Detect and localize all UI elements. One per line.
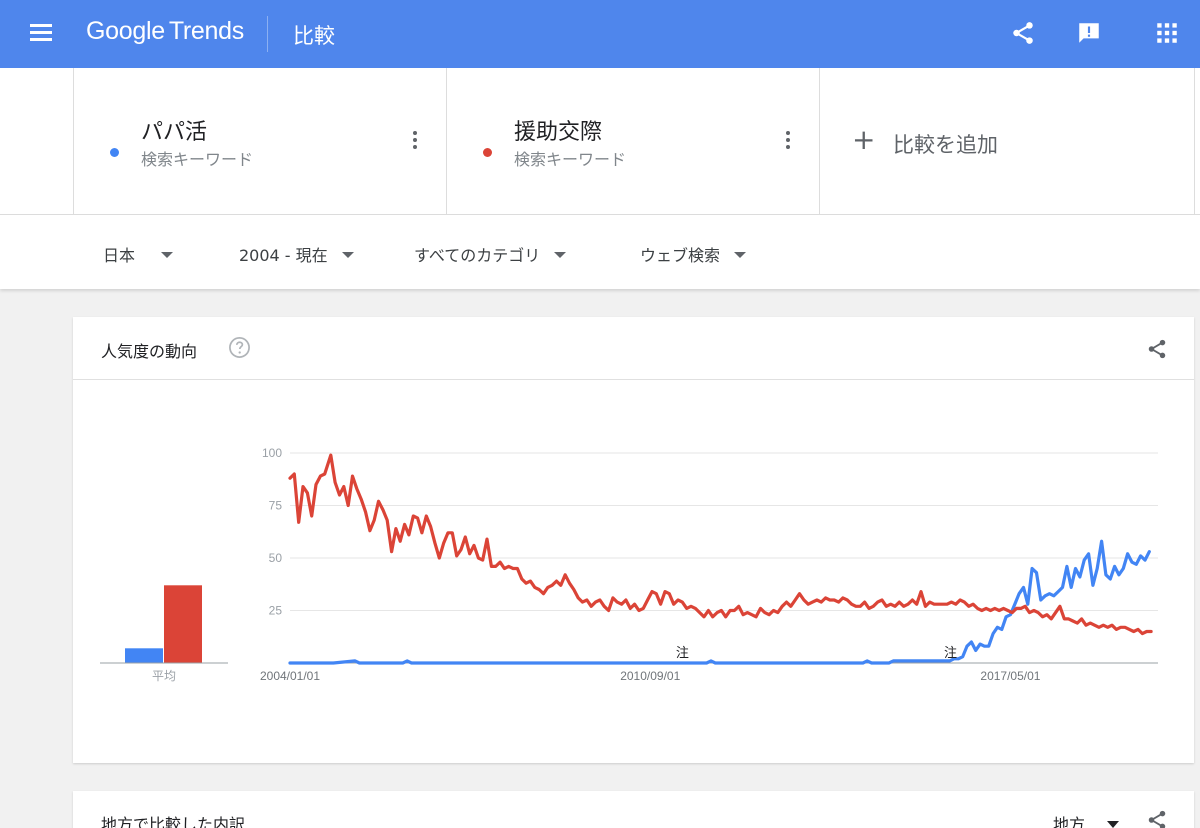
x-tick-label: 2010/09/01 — [620, 669, 680, 683]
comparison-picker: パパ活 検索キーワード 援助交際 検索キーワード + 比較を追加 — [0, 68, 1200, 215]
term-name[interactable]: 援助交際 — [514, 114, 602, 146]
add-comparison-button[interactable]: + 比較を追加 — [819, 68, 1195, 214]
search-term-card-2[interactable]: 援助交際 検索キーワード — [446, 68, 819, 214]
google-trends-logo[interactable]: Google Trends — [86, 17, 244, 46]
share-icon[interactable] — [1146, 338, 1168, 360]
average-bar[interactable] — [125, 648, 163, 663]
region-breakdown-card: 地方で比較した内訳 地方 — [73, 791, 1194, 828]
plus-icon: + — [852, 123, 876, 156]
page-title: 比較 — [293, 24, 335, 48]
help-icon[interactable] — [228, 336, 251, 359]
dropdown-arrow-icon — [1107, 821, 1120, 828]
logo-trends-text: Trends — [168, 17, 244, 45]
feedback-icon[interactable] — [1076, 20, 1102, 46]
y-tick-label: 50 — [269, 551, 283, 565]
series-color-dot — [483, 148, 492, 157]
resolution-dropdown[interactable]: 地方 — [1053, 811, 1120, 828]
header-divider — [267, 16, 268, 52]
search-type-filter-dropdown[interactable]: ウェブ検索 — [640, 242, 747, 266]
geo-filter-dropdown[interactable]: 日本 — [103, 242, 174, 266]
filter-bar: 日本 2004 - 現在 すべてのカテゴリ ウェブ検索 — [0, 215, 1200, 289]
category-filter-value: すべてのカテゴリ — [414, 246, 541, 265]
average-label: 平均 — [152, 669, 176, 683]
y-tick-label: 75 — [269, 499, 283, 513]
dropdown-arrow-icon — [161, 252, 174, 258]
dropdown-arrow-icon — [341, 252, 354, 258]
resolution-value: 地方 — [1053, 815, 1086, 828]
interest-line-chart[interactable]: 平均 100 75 50 25 注 注 2004/01/01 2010/09/01 2017… — [73, 380, 1194, 763]
logo-google-text: Google — [86, 17, 165, 45]
time-filter-value: 2004 - 現在 — [239, 246, 328, 265]
search-type-filter-value: ウェブ検索 — [640, 246, 721, 265]
card-title: 地方で比較した内訳 — [101, 815, 246, 828]
y-tick-label: 25 — [269, 604, 283, 618]
more-vert-icon[interactable] — [410, 131, 420, 153]
apps-grid-icon[interactable] — [1154, 20, 1180, 46]
series-line-term1[interactable] — [288, 453, 1153, 636]
series-line-term0[interactable] — [288, 539, 1151, 665]
category-filter-dropdown[interactable]: すべてのカテゴリ — [414, 242, 567, 266]
average-bar[interactable] — [164, 585, 202, 663]
card-title: 人気度の動向 — [101, 342, 198, 361]
chart-note-marker[interactable]: 注 — [676, 646, 689, 661]
chart-note-marker[interactable]: 注 — [944, 646, 957, 661]
x-tick-label: 2017/05/01 — [980, 669, 1040, 683]
share-icon[interactable] — [1146, 809, 1168, 828]
term-name[interactable]: パパ活 — [141, 114, 207, 146]
add-comparison-label: 比較を追加 — [893, 133, 998, 157]
share-icon[interactable] — [1010, 20, 1036, 46]
more-vert-icon[interactable] — [783, 131, 793, 153]
time-filter-dropdown[interactable]: 2004 - 現在 — [239, 242, 354, 266]
x-tick-label: 2004/01/01 — [260, 669, 320, 683]
term-type: 検索キーワード — [141, 150, 254, 169]
dropdown-arrow-icon — [734, 252, 747, 258]
dropdown-arrow-icon — [554, 252, 567, 258]
term-type: 検索キーワード — [514, 150, 627, 169]
y-tick-label: 100 — [262, 446, 282, 460]
hamburger-menu-icon[interactable] — [30, 24, 52, 42]
interest-over-time-card: 人気度の動向 平均 100 75 50 25 注 注 2004/01/01 2010/09… — [73, 317, 1194, 763]
top-app-bar: Google Trends 比較 — [0, 0, 1200, 68]
series-color-dot — [110, 148, 119, 157]
geo-filter-value: 日本 — [103, 246, 136, 265]
search-term-card-1[interactable]: パパ活 検索キーワード — [73, 68, 446, 214]
